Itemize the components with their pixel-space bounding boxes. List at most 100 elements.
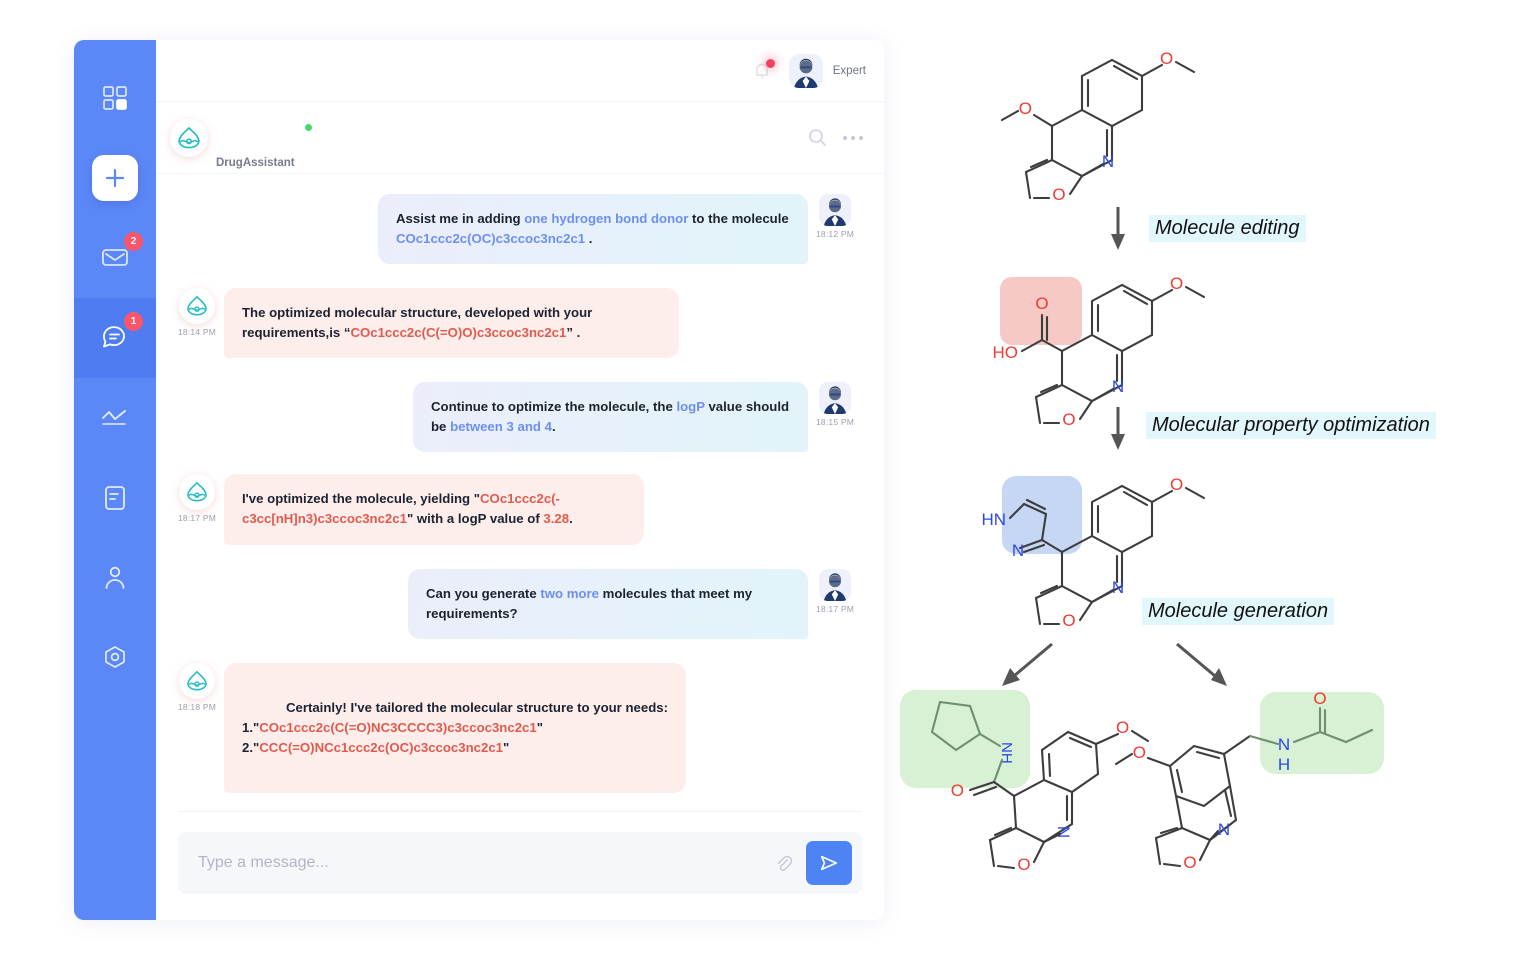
molecule-start: O N O O xyxy=(1000,49,1196,204)
message-input[interactable] xyxy=(198,854,770,872)
message-identity: 18:17 PM xyxy=(170,474,224,544)
notification-dot xyxy=(765,58,775,68)
send-icon xyxy=(820,855,838,871)
arrow-branch-right xyxy=(1176,642,1227,686)
drugassistant-logo-icon xyxy=(170,118,208,157)
message-identity: 18:18 PM xyxy=(170,662,224,793)
msg-highlight: two more xyxy=(540,585,599,601)
svg-text:O: O xyxy=(1170,475,1183,494)
molecule-gen1: NH O O N O xyxy=(900,690,1150,874)
more-dots-icon[interactable] xyxy=(840,125,866,151)
svg-text:HO: HO xyxy=(993,343,1019,362)
message-row-user: Can you generate two more molecules that… xyxy=(170,568,862,639)
search-icon[interactable] xyxy=(804,125,830,151)
sidebar: 2 1 xyxy=(74,40,156,920)
composer xyxy=(178,832,862,894)
top-bar: Expert xyxy=(156,40,884,102)
msg-smiles: COc1ccc2c(C(=O)NC3CCCC3)c3ccoc3nc2c1 xyxy=(259,719,537,735)
msg-logp-value: 3.28 xyxy=(543,511,570,527)
drugassistant-logo-icon xyxy=(179,288,215,325)
message-identity: 18:17 PM xyxy=(808,568,862,639)
svg-text:O: O xyxy=(1017,855,1030,874)
message-timestamp: 18:17 PM xyxy=(178,513,216,524)
chat-badge: 1 xyxy=(124,312,143,331)
message-timestamp: 18:12 PM xyxy=(816,229,854,239)
msg-highlight: logP xyxy=(676,399,705,415)
svg-text:O: O xyxy=(1019,99,1032,118)
notification-bell-button[interactable] xyxy=(749,58,775,84)
message-bubble: Certainly! I've tailored the molecular s… xyxy=(224,662,686,793)
molecule-gen2: O N H O N O xyxy=(1114,689,1384,872)
svg-text:N: N xyxy=(1102,152,1114,171)
message-list[interactable]: Assist me in adding one hydrogen bond do… xyxy=(156,174,884,811)
message-timestamp: 18:17 PM xyxy=(816,603,854,614)
sidebar-item-profile[interactable] xyxy=(74,538,156,618)
flow-label-editing: Molecule editing xyxy=(1149,215,1306,242)
flow-label-generation: Molecule generation xyxy=(1142,598,1335,625)
drugassistant-logo-icon xyxy=(179,662,215,699)
msg-text: . xyxy=(551,419,556,435)
assistant-header: DrugAssistant xyxy=(156,102,884,174)
message-timestamp: 18:14 PM xyxy=(178,327,216,338)
document-icon xyxy=(98,481,132,515)
molecule-edited: O N O HO O xyxy=(993,274,1206,429)
avatar[interactable] xyxy=(788,53,823,88)
arrow-branch-left xyxy=(1002,642,1053,686)
msg-text: Continue to optimize the molecule, the xyxy=(431,399,677,415)
sidebar-item-mail[interactable]: 2 xyxy=(74,218,156,298)
svg-text:O: O xyxy=(1035,294,1048,313)
chat-icon: 1 xyxy=(98,312,143,355)
msg-smiles: COc1ccc2c(C(=O)O)c3ccoc3nc2c1 xyxy=(350,325,567,341)
chat-panel: Expert DrugAssistant Assist me in adding… xyxy=(156,40,884,920)
arrow-down-1 xyxy=(1111,207,1125,250)
svg-text:H: H xyxy=(1278,755,1290,774)
sidebar-item-dashboard[interactable] xyxy=(74,58,156,138)
drugassistant-logo-icon xyxy=(179,474,215,511)
svg-text:O: O xyxy=(1062,410,1075,429)
svg-text:O: O xyxy=(1062,611,1075,630)
settings-hex-icon xyxy=(98,641,132,675)
svg-text:O: O xyxy=(1313,689,1326,708)
message-bubble: Continue to optimize the molecule, the l… xyxy=(413,382,808,453)
paperclip-icon[interactable] xyxy=(770,850,796,876)
svg-text:O: O xyxy=(1133,743,1146,762)
svg-text:N: N xyxy=(1278,735,1290,754)
msg-text: " xyxy=(502,739,510,755)
message-row-bot: 18:18 PM Certainly! I've tailored the mo… xyxy=(170,662,862,793)
avatar xyxy=(819,568,851,601)
msg-text: " with a logP value of xyxy=(406,511,544,527)
message-row-bot: 18:14 PM The optimized molecular structu… xyxy=(170,288,862,359)
sidebar-item-settings[interactable] xyxy=(74,618,156,698)
sidebar-item-documents[interactable] xyxy=(74,458,156,538)
expert-label: Expert xyxy=(832,64,866,77)
svg-text:N: N xyxy=(1012,541,1024,560)
msg-highlight: between 3 and 4 xyxy=(450,419,552,435)
msg-text: Can you generate xyxy=(426,585,541,601)
msg-text: ” . xyxy=(566,325,581,341)
svg-text:N: N xyxy=(1112,578,1124,597)
avatar xyxy=(819,382,851,415)
sidebar-item-new[interactable] xyxy=(74,138,156,218)
sidebar-item-analytics[interactable] xyxy=(74,378,156,458)
svg-text:N: N xyxy=(1218,820,1230,839)
message-identity: 18:14 PM xyxy=(170,288,224,358)
svg-text:N: N xyxy=(1112,377,1124,396)
composer-area xyxy=(156,811,884,920)
msg-text: Assist me in adding xyxy=(396,211,525,226)
svg-text:O: O xyxy=(1160,49,1173,68)
message-timestamp: 18:18 PM xyxy=(178,701,216,712)
molecule-flow-diagram: O N O O Molecule editing O N O HO O Mole… xyxy=(884,0,1540,954)
message-bubble: The optimized molecular structure, devel… xyxy=(224,288,679,359)
mail-icon: 2 xyxy=(98,232,143,275)
message-timestamp: 18:15 PM xyxy=(816,417,854,428)
flow-label-property: Molecular property optimization xyxy=(1146,412,1436,439)
svg-text:HN: HN xyxy=(981,510,1006,529)
sidebar-item-chat[interactable]: 1 xyxy=(74,298,156,378)
message-row-bot: 18:17 PM I've optimized the molecule, yi… xyxy=(170,474,862,545)
send-button[interactable] xyxy=(806,841,852,885)
svg-text:O: O xyxy=(1170,274,1183,293)
plus-icon xyxy=(92,155,138,201)
chat-app-window: 2 1 Expert DrugAssistant Assist me in ad… xyxy=(74,40,884,920)
message-identity: 18:15 PM xyxy=(808,382,862,452)
msg-text: to the molecule xyxy=(688,211,789,226)
